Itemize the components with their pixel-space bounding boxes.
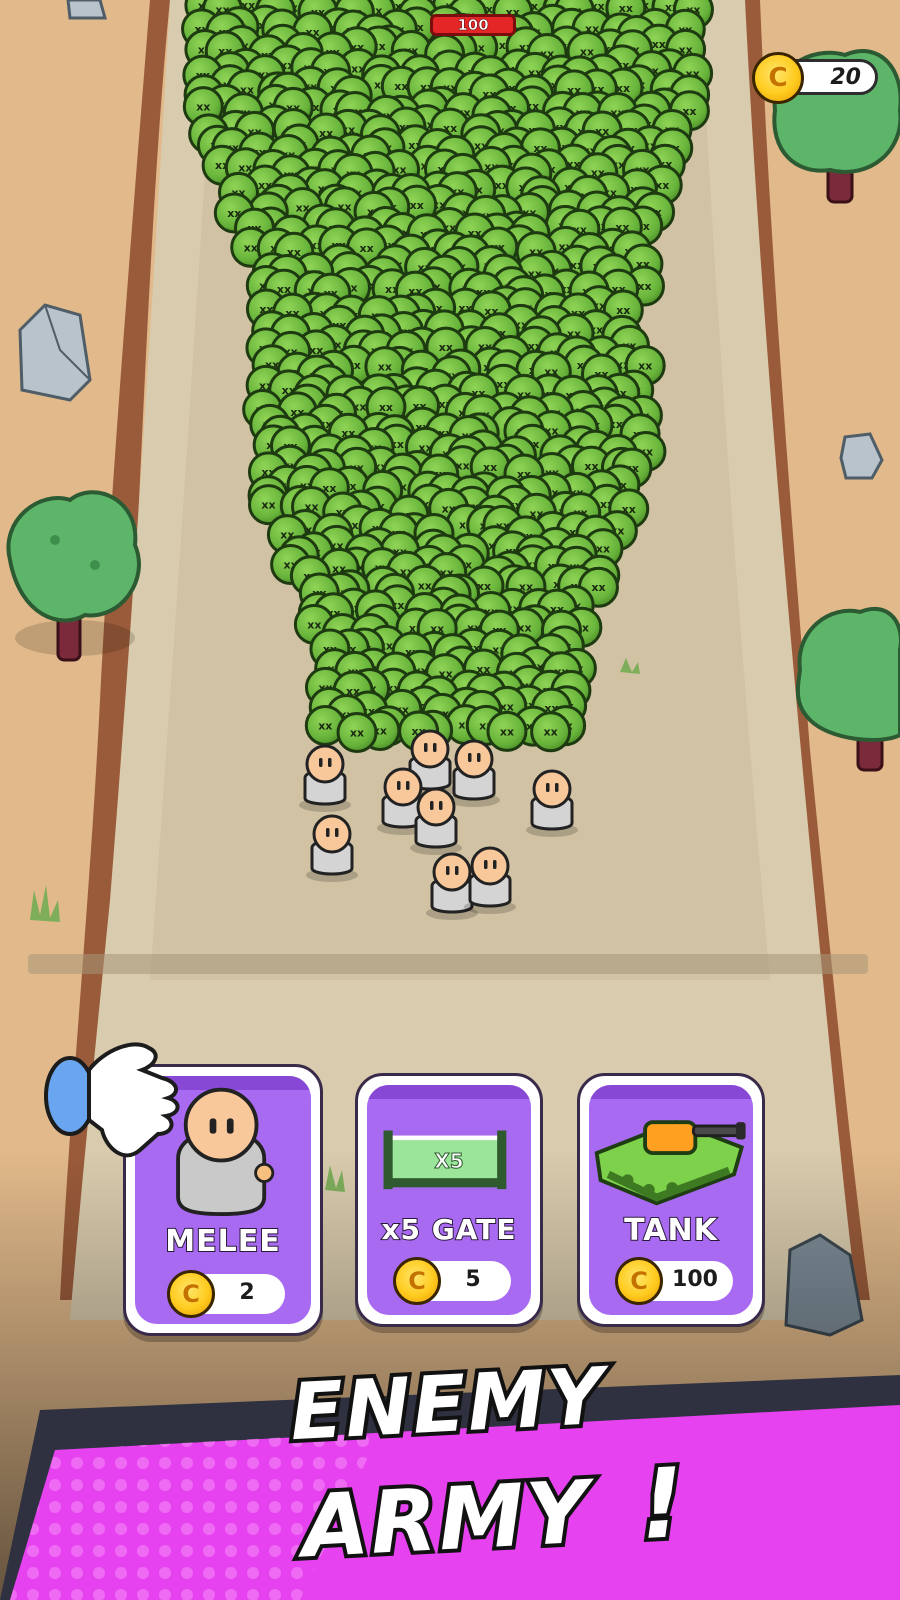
svg-text:xx: xx xyxy=(350,727,364,740)
svg-text:xx: xx xyxy=(591,581,605,594)
rock-decoration xyxy=(66,0,107,20)
price-value: 100 xyxy=(672,1267,718,1292)
gold-coin-icon: C xyxy=(167,1270,215,1318)
zombie: xx xyxy=(530,711,572,753)
tank-icon xyxy=(594,1120,746,1206)
card-price: C 2 xyxy=(167,1270,285,1318)
price-value: 2 xyxy=(239,1280,255,1305)
gold-coin-icon: C xyxy=(615,1257,663,1305)
svg-text:xx: xx xyxy=(544,726,558,739)
coin-amount: 20 xyxy=(830,65,861,90)
gold-coin-icon: C xyxy=(393,1257,441,1305)
tutorial-pointer-hand-icon xyxy=(44,1042,180,1158)
svg-text:xx: xx xyxy=(378,361,392,374)
tree-decoration xyxy=(6,490,141,662)
svg-text:xx: xx xyxy=(637,280,651,293)
svg-text:xx: xx xyxy=(596,543,610,556)
svg-text:xx: xx xyxy=(379,401,393,414)
coin-counter: 20 C xyxy=(752,52,880,104)
promo-banner: ENEMY ARMY ! xyxy=(0,1348,900,1600)
card-label: MELEE xyxy=(164,1223,281,1260)
unit-card-tank[interactable]: TANK C 100 xyxy=(577,1073,765,1327)
svg-text:xx: xx xyxy=(196,101,210,114)
gold-coin-icon: C xyxy=(752,52,804,104)
svg-text:xx: xx xyxy=(244,241,258,254)
zombie: xx xyxy=(486,710,528,752)
card-label: TANK xyxy=(623,1212,718,1249)
price-value: 5 xyxy=(465,1267,481,1292)
card-price: C 5 xyxy=(393,1257,511,1305)
banner-exclamation: ! xyxy=(633,1443,693,1565)
gate-multiplier-text: X5 xyxy=(434,1149,464,1174)
svg-text:xx: xx xyxy=(360,242,374,255)
svg-text:xx: xx xyxy=(418,579,432,592)
banner-line-2: ARMY xyxy=(296,1459,597,1582)
svg-text:xx: xx xyxy=(307,618,321,631)
card-label: x5 GATE xyxy=(381,1212,517,1247)
card-price: C 100 xyxy=(615,1257,733,1305)
svg-text:xx: xx xyxy=(500,725,514,738)
svg-text:xx: xx xyxy=(261,499,275,512)
svg-text:xx: xx xyxy=(318,719,332,732)
svg-text:xx: xx xyxy=(410,199,424,212)
enemy-base-hp-bar: 100 xyxy=(430,14,516,36)
deploy-line xyxy=(28,954,868,974)
svg-text:xx: xx xyxy=(394,80,408,93)
banner-line-1: ENEMY xyxy=(284,1348,612,1462)
rock-decoration xyxy=(18,303,92,402)
zombie: xx xyxy=(336,712,378,754)
unit-card-gate[interactable]: X5 x5 GATE C 5 xyxy=(355,1073,543,1327)
